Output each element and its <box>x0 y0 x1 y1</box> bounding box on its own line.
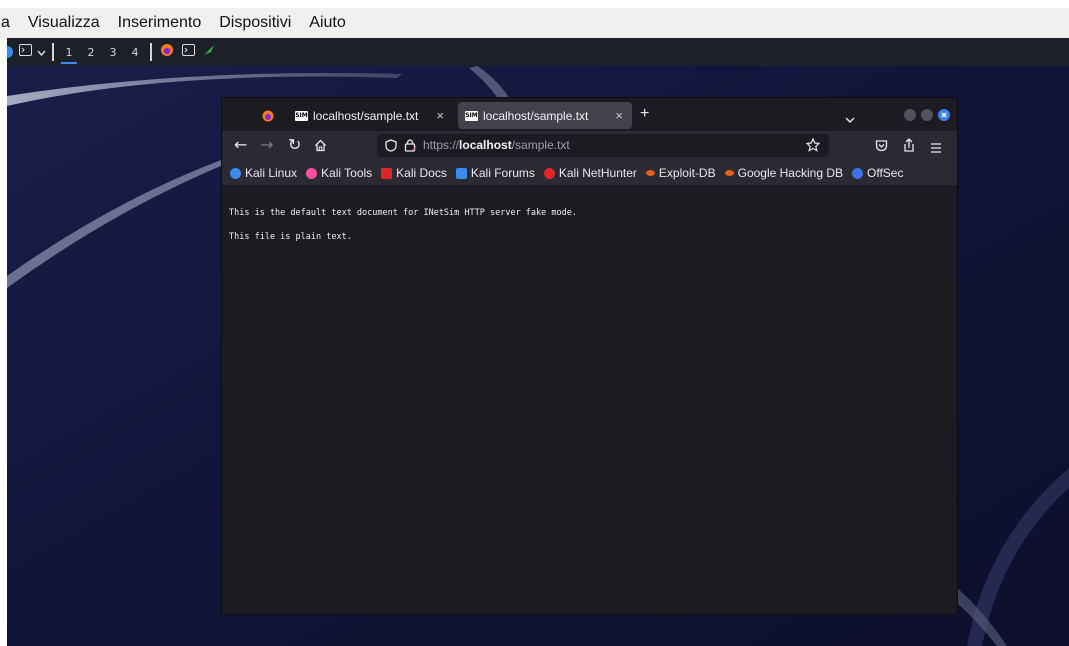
pocket-icon[interactable] <box>875 139 888 157</box>
firefox-window: SIM localhost/sample.txt × SIM localhost… <box>222 98 957 614</box>
bookmark-kali-docs[interactable]: Kali Docs <box>381 166 447 180</box>
firefox-view-icon[interactable] <box>262 109 274 127</box>
back-icon[interactable]: ← <box>234 136 247 154</box>
nav-toolbar: ← → ↻ https://localhost/sample.txt <box>222 131 957 161</box>
terminal-icon[interactable] <box>19 43 32 61</box>
exploit-db-icon <box>645 170 655 176</box>
kali-docs-icon <box>381 167 393 179</box>
content-line: This file is plain text. <box>229 232 352 242</box>
panel-separator <box>150 43 152 61</box>
tab-title: localhost/sample.txt <box>483 108 589 123</box>
kali-desktop: 1 2 3 4 SIM localhost/sample.txt × SIM l… <box>7 38 1069 646</box>
bookmark-google-hacking-db[interactable]: Google Hacking DB <box>724 166 843 180</box>
home-icon[interactable] <box>314 139 327 157</box>
extensions-icon[interactable] <box>902 138 916 158</box>
offsec-icon <box>852 167 863 179</box>
workspace-3[interactable]: 3 <box>102 46 124 59</box>
close-icon[interactable]: × <box>615 108 623 123</box>
terminal-icon[interactable] <box>182 43 195 61</box>
close-window-button[interactable] <box>938 109 950 121</box>
page-content: This is the default text document for IN… <box>222 185 957 614</box>
workspace-1[interactable]: 1 <box>58 46 80 64</box>
url-text[interactable]: https://localhost/sample.txt <box>423 138 570 152</box>
bookmark-kali-linux[interactable]: Kali Linux <box>230 166 297 180</box>
new-tab-button[interactable]: + <box>640 105 649 123</box>
bookmark-star-icon[interactable] <box>805 137 821 157</box>
firefox-icon[interactable] <box>160 43 174 62</box>
chevron-down-icon[interactable] <box>37 43 46 61</box>
kali-menu-icon[interactable] <box>7 45 15 59</box>
panel-separator <box>52 43 54 61</box>
lock-icon[interactable] <box>404 138 417 157</box>
sim-favicon-icon: SIM <box>465 110 478 121</box>
kali-dragon-icon[interactable] <box>203 43 215 61</box>
workspace-4[interactable]: 4 <box>124 46 146 59</box>
bookmark-kali-forums[interactable]: Kali Forums <box>455 166 535 180</box>
tracking-shield-icon[interactable] <box>385 139 397 157</box>
vm-menubar: a Visualizza Inserimento Dispositivi Aiu… <box>0 8 1069 38</box>
reload-icon[interactable]: ↻ <box>288 136 301 154</box>
workspace-2[interactable]: 2 <box>80 46 102 59</box>
kali-icon <box>230 167 241 179</box>
list-all-tabs-icon[interactable] <box>845 111 855 129</box>
minimize-button[interactable] <box>904 109 916 121</box>
bookmark-offsec[interactable]: OffSec <box>852 166 903 180</box>
tab-sample-2[interactable]: SIM localhost/sample.txt × <box>458 102 632 129</box>
content-line: This is the default text document for IN… <box>229 208 577 218</box>
bookmarks-toolbar: Kali Linux Kali Tools Kali Docs Kali For… <box>222 161 957 185</box>
menu-item-file[interactable]: a <box>0 14 19 32</box>
menu-item-aiuto[interactable]: Aiuto <box>300 14 354 32</box>
menu-item-visualizza[interactable]: Visualizza <box>19 14 109 32</box>
close-icon[interactable]: × <box>436 108 444 123</box>
kali-forums-icon <box>455 167 467 179</box>
bookmark-exploit-db[interactable]: Exploit-DB <box>645 166 716 180</box>
bookmark-kali-nethunter[interactable]: Kali NetHunter <box>543 166 637 180</box>
sim-favicon-icon: SIM <box>295 110 308 121</box>
menu-icon[interactable] <box>930 140 942 158</box>
maximize-button[interactable] <box>921 109 933 121</box>
kali-top-panel: 1 2 3 4 <box>7 38 1069 66</box>
tab-title: localhost/sample.txt <box>313 108 419 123</box>
tab-strip: SIM localhost/sample.txt × SIM localhost… <box>222 98 957 131</box>
url-bar[interactable]: https://localhost/sample.txt <box>377 134 829 157</box>
bookmark-kali-tools[interactable]: Kali Tools <box>306 166 372 180</box>
forward-icon[interactable]: → <box>260 136 273 154</box>
tab-sample-1[interactable]: SIM localhost/sample.txt × <box>288 102 453 129</box>
menu-item-dispositivi[interactable]: Dispositivi <box>210 14 300 32</box>
menu-item-inserimento[interactable]: Inserimento <box>109 14 211 32</box>
kali-tools-icon <box>306 167 318 179</box>
ghdb-icon <box>724 170 734 176</box>
nethunter-icon <box>543 167 555 179</box>
